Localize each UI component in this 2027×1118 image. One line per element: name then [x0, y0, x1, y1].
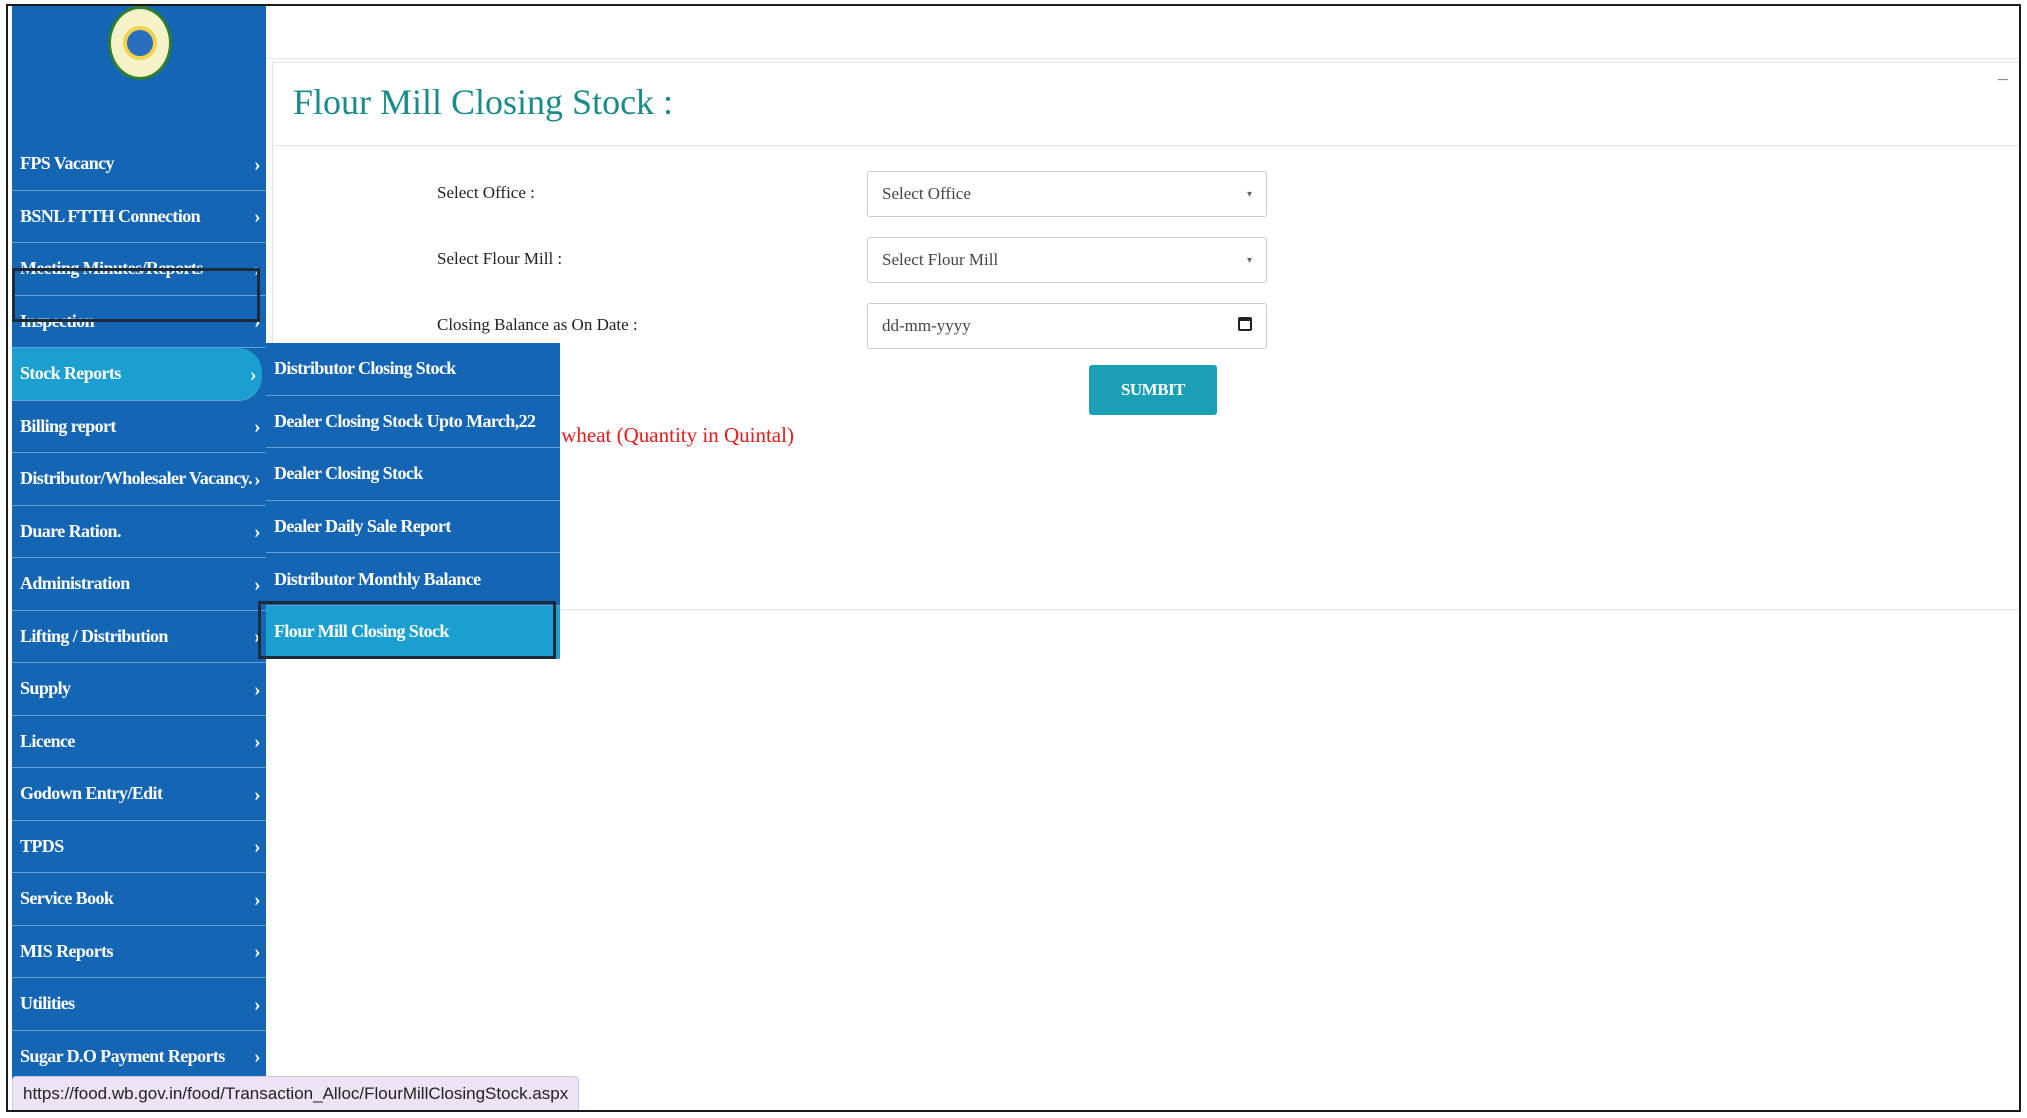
chevron-right-icon: › — [253, 205, 261, 228]
closing-date-label: Closing Balance as On Date : — [437, 315, 638, 334]
sidebar-item-supply[interactable]: Supply › — [12, 663, 266, 716]
chevron-right-icon: › — [253, 153, 261, 176]
sidebar-item-label: FPS Vacancy — [20, 153, 115, 174]
chevron-right-icon: › — [253, 625, 261, 648]
app-window: FPS Vacancy › BSNL FTTH Connection › Meeti… — [6, 4, 2021, 1112]
sidebar-item-label: Supply — [20, 678, 71, 699]
sidebar-item-label: Stock Reports — [20, 363, 121, 384]
caret-down-icon: ▾ — [1246, 254, 1252, 266]
sidebar-item-administration[interactable]: Administration › — [12, 558, 266, 611]
page-title: Flour Mill Closing Stock : — [293, 82, 674, 122]
calendar-icon[interactable] — [1238, 317, 1252, 331]
emblem-logo — [108, 6, 172, 80]
logo-emblem-icon — [123, 26, 157, 60]
flour-mill-select-value: Select Flour Mill — [882, 250, 999, 269]
logo-area — [12, 6, 266, 146]
submenu-item-distributor-monthly-balance[interactable]: Distributor Monthly Balance — [266, 553, 560, 606]
sidebar-item-label: Sugar D.O Payment Reports — [20, 1045, 225, 1066]
chevron-right-icon: › — [253, 520, 261, 543]
sidebar-item-licence[interactable]: Licence › — [12, 716, 266, 768]
sidebar-item-label: Meeting Minutes/Reports — [20, 258, 203, 279]
quantity-note: f wheat (Quantity in Quintal) — [549, 423, 794, 447]
sidebar-item-utilities[interactable]: Utilities › — [12, 978, 266, 1031]
chevron-right-icon: › — [253, 730, 261, 753]
chevron-right-icon: › — [253, 310, 261, 333]
caret-down-icon: ▾ — [1246, 188, 1252, 200]
submit-button[interactable]: SUMBIT — [1089, 365, 1217, 415]
sidebar-item-label: Duare Ration. — [20, 520, 121, 541]
sidebar-item-label: Service Book — [20, 888, 114, 909]
sidebar-item-label: Billing report — [20, 415, 116, 436]
sidebar-item-label: MIS Reports — [20, 940, 114, 961]
sidebar-item-label: Administration — [20, 573, 130, 594]
chevron-right-icon: › — [253, 258, 261, 281]
sidebar: FPS Vacancy › BSNL FTTH Connection › Meeti… — [12, 6, 266, 1110]
sidebar-item-godown-entry[interactable]: Godown Entry/Edit › — [12, 768, 266, 821]
chevron-right-icon: › — [253, 468, 261, 491]
office-select[interactable]: Select Office ▾ — [867, 171, 1267, 217]
sidebar-item-service-book[interactable]: Service Book › — [12, 873, 266, 926]
chevron-right-icon: › — [249, 363, 257, 386]
chevron-right-icon: › — [253, 835, 261, 858]
sidebar-item-label: TPDS — [20, 835, 64, 856]
chevron-right-icon: › — [253, 573, 261, 596]
closing-date-placeholder: dd-mm-yyyy — [882, 316, 971, 335]
sidebar-item-inspection[interactable]: Inspection › — [12, 296, 266, 348]
sidebar-item-label: Inspection — [20, 310, 95, 331]
sidebar-item-label: Utilities — [20, 993, 75, 1014]
submenu-item-flour-mill-closing-stock[interactable]: Flour Mill Closing Stock — [266, 605, 560, 659]
sidebar-item-bsnl-ftth[interactable]: BSNL FTTH Connection › — [12, 191, 266, 243]
flour-mill-label: Select Flour Mill : — [437, 249, 563, 268]
submenu-item-dealer-closing-stock[interactable]: Dealer Closing Stock — [266, 448, 560, 501]
sidebar-item-label: Lifting / Distribution — [20, 625, 168, 646]
sidebar-item-billing-report[interactable]: Billing report › — [12, 401, 266, 453]
sidebar-item-label: Distributor/Wholesaler Vacancy. — [20, 468, 253, 489]
sidebar-item-tpds[interactable]: TPDS › — [12, 821, 266, 873]
stock-reports-submenu: Distributor Closing Stock Dealer Closing… — [266, 343, 560, 659]
submenu-item-dealer-closing-stock-march22[interactable]: Dealer Closing Stock Upto March,22 — [266, 396, 560, 449]
sidebar-item-fps-vacancy[interactable]: FPS Vacancy › — [12, 138, 266, 191]
closing-date-input[interactable]: dd-mm-yyyy — [867, 303, 1267, 349]
status-bar-url: https://food.wb.gov.in/food/Transaction_… — [12, 1076, 580, 1110]
chevron-right-icon: › — [253, 415, 261, 438]
sidebar-item-mis-reports[interactable]: MIS Reports › — [12, 926, 266, 978]
collapse-icon[interactable]: − — [1997, 67, 2009, 93]
sidebar-item-label: BSNL FTTH Connection — [20, 205, 201, 226]
chevron-right-icon: › — [253, 888, 261, 911]
chevron-right-icon: › — [253, 1045, 261, 1068]
office-label: Select Office : — [437, 183, 535, 202]
panel-header: Flour Mill Closing Stock : − — [273, 63, 2019, 146]
flour-mill-select[interactable]: Select Flour Mill ▾ — [867, 237, 1267, 283]
chevron-right-icon: › — [253, 940, 261, 963]
sidebar-item-duare-ration[interactable]: Duare Ration. › — [12, 506, 266, 558]
sidebar-item-stock-reports[interactable]: Stock Reports › — [12, 348, 262, 401]
chevron-right-icon: › — [253, 993, 261, 1016]
submenu-item-dealer-daily-sale[interactable]: Dealer Daily Sale Report — [266, 501, 560, 554]
sidebar-item-lifting-distribution[interactable]: Lifting / Distribution › — [12, 611, 266, 663]
submenu-item-distributor-closing-stock[interactable]: Distributor Closing Stock — [266, 343, 560, 396]
sidebar-item-label: Licence — [20, 730, 75, 751]
sidebar-item-distributor-vacancy[interactable]: Distributor/Wholesaler Vacancy. › — [12, 453, 266, 506]
chevron-right-icon: › — [253, 783, 261, 806]
sidebar-item-meeting-minutes[interactable]: Meeting Minutes/Reports › — [12, 243, 266, 296]
sidebar-item-label: Godown Entry/Edit — [20, 783, 163, 804]
office-select-value: Select Office — [882, 184, 971, 203]
sidebar-menu: FPS Vacancy › BSNL FTTH Connection › Meeti… — [12, 138, 266, 1083]
top-bar — [266, 6, 2019, 59]
chevron-right-icon: › — [253, 678, 261, 701]
